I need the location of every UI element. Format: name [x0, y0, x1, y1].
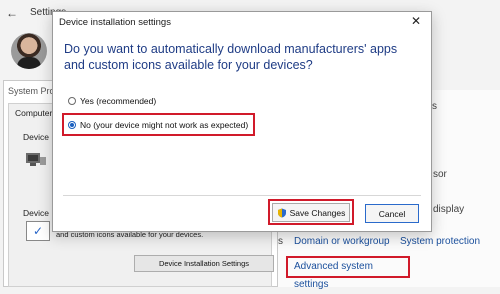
close-icon[interactable]: ✕ — [411, 14, 421, 28]
device-install-checkmark-icon: ✓ — [26, 221, 50, 241]
option-yes[interactable]: Yes (recommended) — [68, 96, 156, 106]
settings-fragment-display: display — [433, 204, 465, 215]
settings-fragment-s-left: s — [278, 236, 283, 247]
domain-workgroup-link[interactable]: Domain or workgroup — [294, 236, 390, 247]
uac-shield-icon — [277, 208, 286, 217]
dialog-question: Do you want to automatically download ma… — [64, 42, 398, 72]
save-changes-label: Save Changes — [289, 207, 346, 218]
settings-fragment-sor: sor — [433, 169, 447, 180]
option-no-label: No (your device might not work as expect… — [80, 120, 249, 130]
advanced-system-settings-link[interactable]: Advanced system settings — [286, 256, 410, 290]
avatar — [11, 33, 47, 69]
save-changes-button[interactable]: Save Changes — [272, 203, 350, 222]
option-no[interactable]: No (your device might not work as expect… — [68, 120, 248, 130]
dialog-divider — [63, 195, 421, 196]
dialog-title: Device installation settings — [59, 17, 171, 28]
radio-no[interactable] — [68, 121, 76, 129]
device-manager-icon — [26, 153, 46, 166]
device-installation-settings-button[interactable]: Device Installation Settings — [134, 255, 274, 272]
device-installation-dialog: Device installation settings ✕ Do you wa… — [52, 11, 432, 232]
back-arrow-icon[interactable]: ← — [6, 6, 18, 20]
radio-yes[interactable] — [68, 97, 76, 105]
settings-fragment-s: s — [432, 101, 437, 112]
option-yes-label: Yes (recommended) — [80, 96, 157, 106]
cancel-button[interactable]: Cancel — [365, 204, 419, 223]
system-protection-link[interactable]: System protection — [400, 236, 480, 247]
